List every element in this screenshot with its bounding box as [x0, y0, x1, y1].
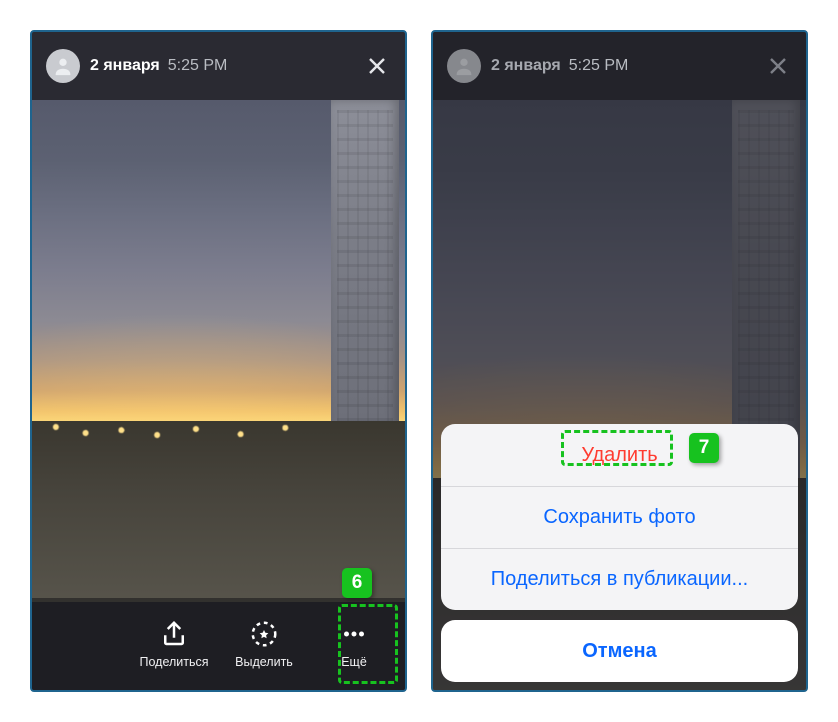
cancel-button[interactable]: Отмена	[441, 620, 798, 682]
close-button[interactable]	[760, 48, 796, 84]
cancel-label: Отмена	[582, 640, 656, 663]
highlight-label: Выделить	[235, 655, 293, 669]
highlight-button[interactable]: Выделить	[229, 619, 299, 669]
share-icon	[159, 619, 189, 649]
more-label: Ещё	[341, 655, 367, 669]
more-button[interactable]: Ещё	[319, 619, 389, 669]
story-date: 2 января	[491, 57, 561, 75]
story-viewer-screen: 2 января 5:25 PM Поделиться	[30, 30, 407, 692]
close-button[interactable]	[359, 48, 395, 84]
story-photo	[32, 100, 405, 602]
highlight-icon	[249, 619, 279, 649]
story-time: 5:25 PM	[168, 57, 228, 75]
delete-label: Удалить	[581, 444, 657, 467]
avatar	[447, 49, 481, 83]
share-label: Поделиться	[139, 655, 208, 669]
save-photo-option[interactable]: Сохранить фото	[441, 486, 798, 548]
more-icon	[339, 619, 369, 649]
story-actionsheet-screen: 2 января 5:25 PM Удалить Сохранить фото …	[431, 30, 808, 692]
share-post-label: Поделиться в публикации...	[491, 568, 748, 591]
save-photo-label: Сохранить фото	[543, 506, 695, 529]
person-icon	[453, 55, 475, 77]
close-icon	[365, 54, 389, 78]
action-sheet: Удалить Сохранить фото Поделиться в публ…	[441, 424, 798, 682]
avatar[interactable]	[46, 49, 80, 83]
close-icon	[766, 54, 790, 78]
delete-option[interactable]: Удалить	[441, 424, 798, 486]
story-header: 2 января 5:25 PM	[433, 32, 806, 100]
share-button[interactable]: Поделиться	[139, 619, 209, 669]
action-sheet-options: Удалить Сохранить фото Поделиться в публ…	[441, 424, 798, 610]
story-actions-bar: Поделиться Выделить Ещё	[32, 598, 405, 690]
share-post-option[interactable]: Поделиться в публикации...	[441, 548, 798, 610]
story-date: 2 января	[90, 57, 160, 75]
story-time: 5:25 PM	[569, 57, 629, 75]
person-icon	[52, 55, 74, 77]
story-header: 2 января 5:25 PM	[32, 32, 405, 100]
